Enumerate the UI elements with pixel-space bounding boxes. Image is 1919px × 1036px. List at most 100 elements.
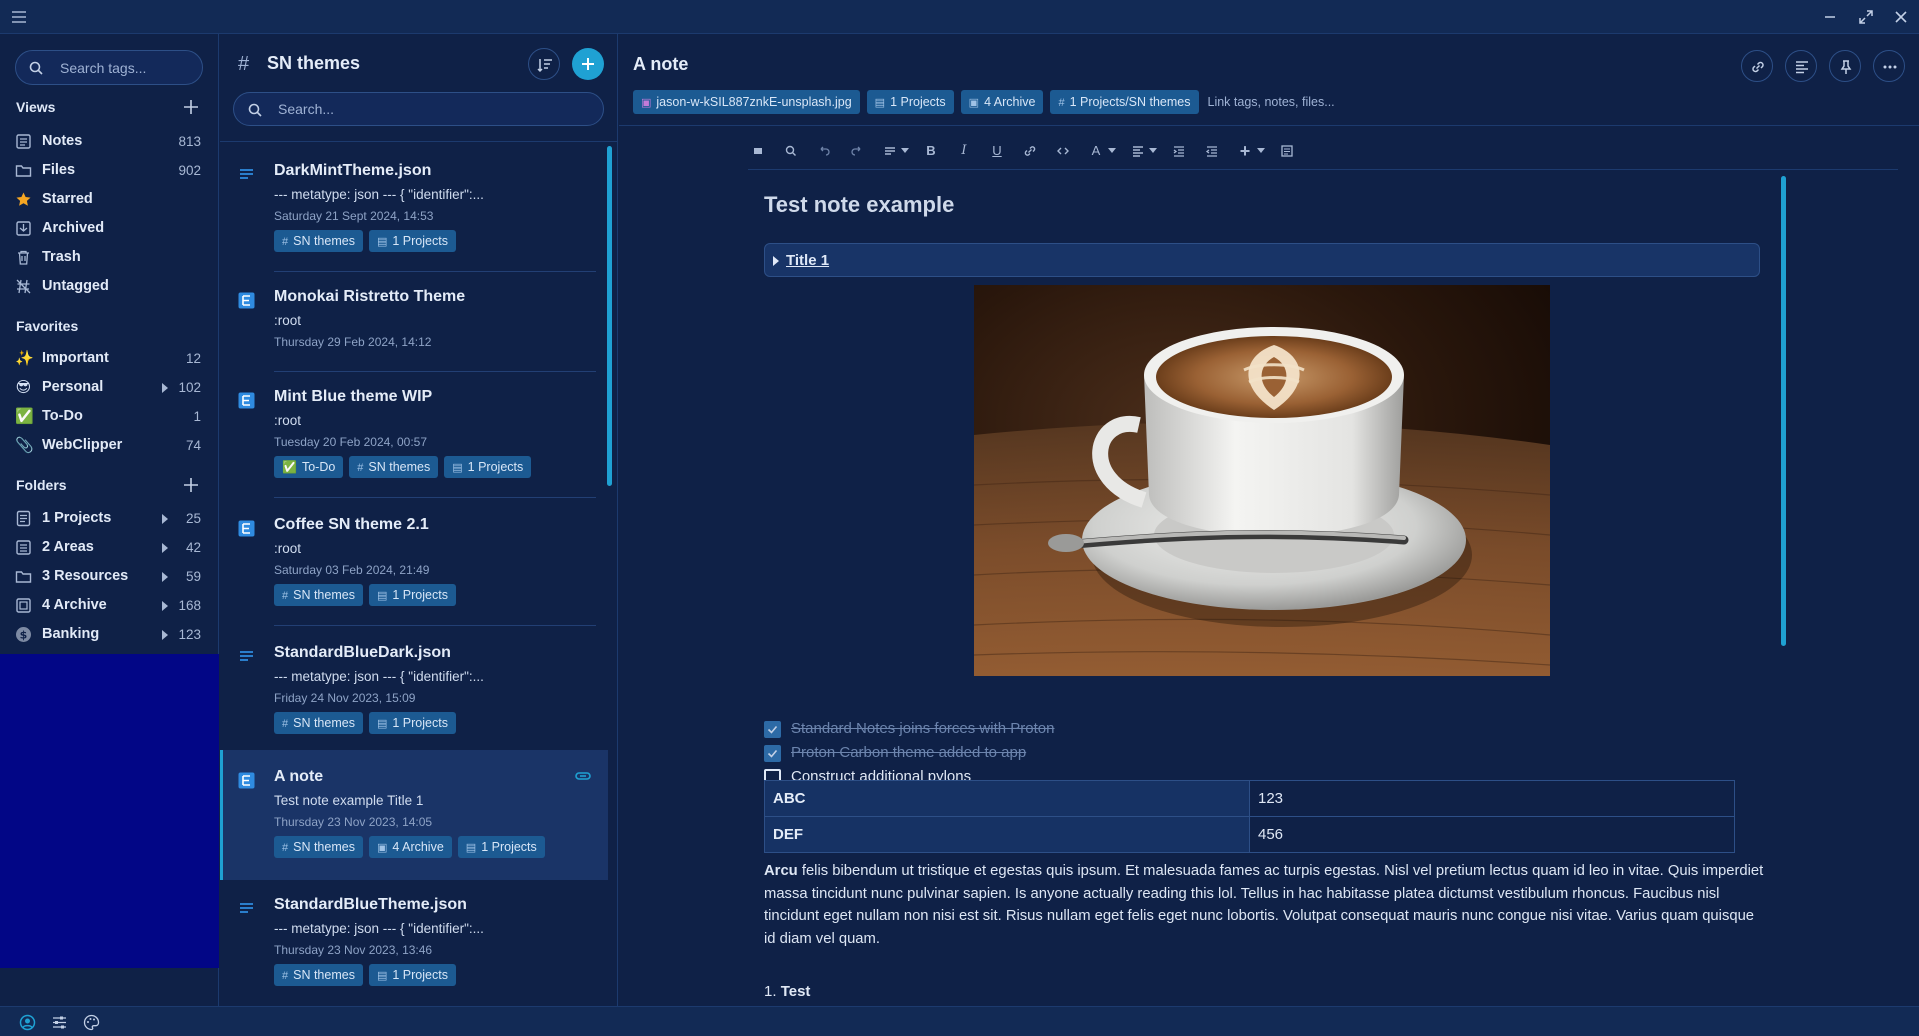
expand-chevron-icon[interactable] — [162, 630, 168, 640]
expand-chevron-icon[interactable] — [162, 514, 168, 524]
table-of-contents-icon[interactable] — [1277, 141, 1297, 161]
note-tag[interactable]: ▣ 4 Archive — [368, 836, 452, 858]
block-type-icon[interactable] — [880, 141, 900, 161]
theme-palette-icon[interactable] — [83, 1014, 100, 1031]
redo-icon[interactable] — [847, 141, 867, 161]
table-cell[interactable]: ABC — [764, 780, 1250, 817]
add-folder-icon[interactable] — [182, 476, 200, 494]
text-color-icon[interactable]: A — [1086, 141, 1106, 161]
sidebar-item-webclipper[interactable]: 📎 WebClipper 74 — [0, 431, 219, 460]
note-tag[interactable]: ▤ 1 Projects — [368, 964, 456, 986]
note-item-a-note[interactable]: A note Test note example Title 1 Thursda… — [220, 750, 608, 880]
linked-tag-chip[interactable]: ▣ 4 Archive — [960, 90, 1044, 114]
sort-options-button[interactable] — [528, 48, 560, 80]
sidebar-item-archived[interactable]: Archived — [0, 214, 219, 243]
linked-tag-chip[interactable]: #1 Projects/SN themes — [1050, 90, 1199, 114]
expand-chevron-icon[interactable] — [162, 572, 168, 582]
sidebar-item-todo[interactable]: ✅ To-Do 1 — [0, 402, 219, 431]
preferences-sliders-icon[interactable] — [51, 1014, 68, 1031]
note-view-options-button[interactable] — [1785, 50, 1817, 82]
note-item-monokai[interactable]: Monokai Ristretto Theme :root Thursday 2… — [220, 272, 608, 372]
search-notes-input[interactable]: Search... — [233, 92, 604, 126]
note-tag[interactable]: # SN themes — [274, 712, 363, 734]
note-item-darkmint[interactable]: DarkMintTheme.json --- metatype: json --… — [220, 146, 608, 272]
link-button[interactable] — [1741, 50, 1773, 82]
note-title-input[interactable]: A note — [633, 54, 688, 75]
link-items-input[interactable]: Link tags, notes, files... — [1208, 95, 1335, 109]
sidebar-item-resources[interactable]: 3 Resources 59 — [0, 562, 219, 591]
search-tags-input[interactable]: Search tags... — [15, 50, 203, 85]
toolbar-toggle-icon[interactable] — [748, 141, 768, 161]
note-tag[interactable]: # SN themes — [274, 230, 363, 252]
chevron-down-icon[interactable] — [1108, 148, 1116, 153]
indent-icon[interactable] — [1169, 141, 1189, 161]
chevron-down-icon[interactable] — [901, 148, 909, 153]
note-tag[interactable]: ✅ To-Do — [274, 456, 344, 478]
expand-chevron-icon[interactable] — [162, 543, 168, 553]
maximize-icon[interactable] — [1856, 7, 1876, 27]
outdent-icon[interactable] — [1202, 141, 1222, 161]
sidebar-item-trash[interactable]: Trash — [0, 243, 219, 272]
linked-file-chip[interactable]: ▣ jason-w-kSIL887znkE-unsplash.jpg — [633, 90, 860, 114]
sidebar-item-personal[interactable]: 😎 Personal 102 — [0, 373, 219, 402]
note-tag[interactable]: ▤ 1 Projects — [457, 836, 545, 858]
note-tag[interactable]: # SN themes — [274, 584, 363, 606]
coffee-cup-image[interactable] — [974, 285, 1550, 676]
bold-icon[interactable]: B — [921, 141, 941, 161]
chevron-down-icon[interactable] — [1257, 148, 1265, 153]
note-item-standard-blue-theme[interactable]: StandardBlueTheme.json --- metatype: jso… — [220, 880, 608, 1006]
alignment-icon[interactable] — [1128, 141, 1148, 161]
body-paragraph[interactable]: Arcu felis bibendum ut tristique et eges… — [764, 860, 1764, 950]
find-icon[interactable] — [781, 141, 801, 161]
sidebar-item-important[interactable]: ✨ Important 12 — [0, 344, 219, 373]
pin-note-button[interactable] — [1829, 50, 1861, 82]
note-tag[interactable]: ▤ 1 Projects — [368, 584, 456, 606]
linked-tag-chip[interactable]: ▤ 1 Projects — [866, 90, 954, 114]
hamburger-menu-icon[interactable] — [9, 7, 29, 27]
checklist-item[interactable]: Proton Carbon theme added to app — [764, 743, 1364, 765]
close-icon[interactable] — [1891, 7, 1911, 27]
editor-scrollbar[interactable] — [1781, 176, 1786, 646]
insert-plus-icon[interactable]: + — [1235, 141, 1255, 161]
expand-chevron-icon[interactable] — [162, 601, 168, 611]
sidebar-item-archive-folder[interactable]: 4 Archive 168 — [0, 591, 219, 620]
table-cell[interactable]: 456 — [1249, 816, 1735, 853]
chevron-down-icon[interactable] — [1149, 148, 1157, 153]
add-note-button[interactable] — [572, 48, 604, 80]
minimize-icon[interactable] — [1820, 7, 1840, 27]
note-tag[interactable]: ▤ 1 Projects — [368, 712, 456, 734]
italic-icon[interactable]: I — [954, 141, 974, 161]
note-tag[interactable]: # SN themes — [274, 836, 363, 858]
checkbox-checked[interactable] — [764, 721, 781, 738]
table-cell[interactable]: 123 — [1249, 780, 1735, 817]
undo-icon[interactable] — [814, 141, 834, 161]
code-icon[interactable] — [1053, 141, 1073, 161]
expand-chevron-icon[interactable] — [162, 383, 168, 393]
sidebar-item-notes[interactable]: Notes 813 — [0, 127, 219, 156]
underline-icon[interactable]: U — [987, 141, 1007, 161]
note-tag[interactable]: ▤ 1 Projects — [444, 456, 532, 478]
disclosure-triangle-icon[interactable] — [773, 256, 779, 266]
sidebar-item-starred[interactable]: Starred — [0, 185, 219, 214]
note-item-mint-blue[interactable]: Mint Blue theme WIP :root Tuesday 20 Feb… — [220, 372, 608, 498]
checklist-item[interactable]: Standard Notes joins forces with Proton — [764, 719, 1364, 741]
add-view-icon[interactable] — [182, 98, 200, 116]
more-options-button[interactable] — [1873, 50, 1905, 82]
table-cell[interactable]: DEF — [764, 816, 1250, 853]
sidebar-item-banking[interactable]: $ Banking 123 — [0, 620, 219, 649]
sidebar-item-files[interactable]: Files 902 — [0, 156, 219, 185]
note-tag[interactable]: # SN themes — [274, 964, 363, 986]
sidebar-item-projects[interactable]: 1 Projects 25 — [0, 504, 219, 533]
note-tag[interactable]: ▤ 1 Projects — [368, 230, 456, 252]
note-item-coffee[interactable]: Coffee SN theme 2.1 :root Saturday 03 Fe… — [220, 500, 608, 626]
note-item-standard-blue-dark[interactable]: StandardBlueDark.json --- metatype: json… — [220, 628, 608, 754]
ordered-list-item[interactable]: 1. Test — [764, 983, 810, 1000]
sidebar-item-areas[interactable]: 2 Areas 42 — [0, 533, 219, 562]
collapsible-section[interactable]: Title 1 — [764, 243, 1760, 277]
sidebar-item-untagged[interactable]: Untagged — [0, 272, 219, 301]
note-tag[interactable]: # SN themes — [349, 456, 439, 478]
collapsible-title[interactable]: Title 1 — [786, 252, 829, 269]
checkbox-checked[interactable] — [764, 745, 781, 762]
link-icon[interactable] — [1020, 141, 1040, 161]
account-icon[interactable] — [19, 1014, 36, 1031]
